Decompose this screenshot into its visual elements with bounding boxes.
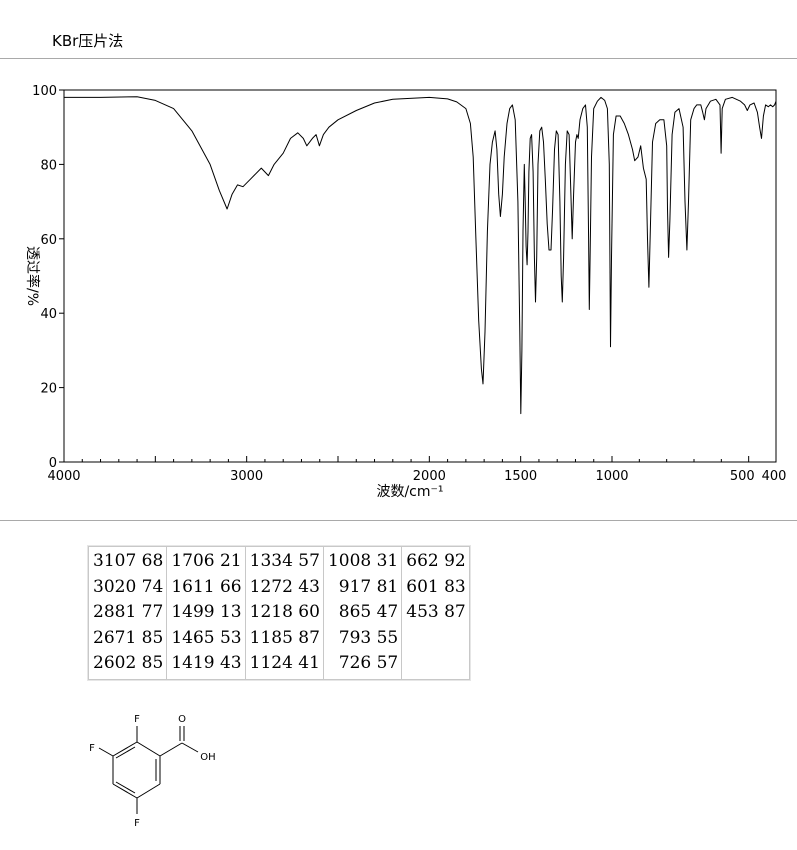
peak-entry: 2671 85: [93, 627, 164, 648]
peak-column: 1706 21 1611 66 1499 13 1465 53 1419 43: [166, 546, 246, 680]
peak-entry: 726 57: [327, 653, 399, 673]
carbonyl-oxygen-label: O: [178, 714, 186, 725]
peak-column: 1334 57 1272 43 1218 60 1185 87 1124 41: [244, 546, 324, 680]
peak-entry: 1218 60: [249, 602, 320, 622]
x-tick-label: 3000: [230, 469, 263, 484]
y-tick-label: 60: [40, 233, 57, 248]
y-tick-label: 20: [40, 382, 57, 397]
peak-entry: 1706 21: [171, 551, 242, 571]
top-divider: [0, 58, 797, 59]
x-tick-label: 500: [730, 469, 755, 484]
peak-entry: 1611 66: [171, 576, 242, 597]
molecule-bonds: [98, 726, 199, 814]
y-tick-label: 100: [32, 84, 57, 99]
peak-entry: 3020 74: [93, 576, 164, 597]
peak-entry: 917 81: [327, 576, 399, 597]
x-axis-title: 波数/cm⁻¹: [376, 484, 443, 500]
peak-entry: 793 55: [327, 627, 399, 648]
peak-entry: 3107 68: [93, 551, 164, 571]
x-tick-label: 400: [762, 469, 787, 484]
peak-entry: 1008 31: [327, 551, 399, 571]
peak-entry: 1499 13: [171, 602, 242, 622]
y-axis-title: 透过率/%: [24, 246, 41, 306]
peak-entry: 1185 87: [249, 627, 320, 648]
x-tick-label: 2000: [413, 469, 446, 484]
peak-column: 3107 68 3020 74 2881 77 2671 85 2602 85: [87, 546, 168, 680]
peak-entry: 1272 43: [249, 576, 320, 597]
peak-column: 1008 31 917 81 865 47 793 55 726 57: [322, 546, 403, 680]
y-tick-label: 80: [40, 158, 57, 173]
x-tick-label: 1000: [595, 469, 628, 484]
x-tick-label: 4000: [47, 469, 80, 484]
peak-entry: 1419 43: [171, 653, 242, 673]
peak-table-row: 3107 68 3020 74 2881 77 2671 85 2602 85 1706 …: [87, 546, 470, 680]
method-label: KBr压片法: [52, 32, 124, 50]
fluorine-label-top: F: [134, 714, 140, 725]
spectrum-line: [64, 96, 777, 415]
peak-entry: 662 92: [406, 551, 466, 571]
hydroxyl-label: OH: [200, 752, 215, 763]
peak-table: 3107 68 3020 74 2881 77 2671 85 2602 85 1706 …: [87, 546, 470, 680]
middle-divider: [0, 520, 797, 521]
peak-entry: 2602 85: [93, 653, 164, 673]
fluorine-label-left: F: [89, 743, 95, 754]
fluorine-label-bottom: F: [134, 818, 140, 829]
molecule-structure: F F F O OH: [89, 714, 216, 829]
x-tick-label: 1500: [504, 469, 537, 484]
peak-entry: 865 47: [327, 602, 399, 622]
plot-frame: [63, 89, 777, 463]
peak-entry: 601 83: [406, 576, 466, 597]
peak-column: 662 92 601 83 453 87: [401, 546, 470, 680]
peak-entry: 1465 53: [171, 627, 242, 648]
x-axis-ticks: 4000 3000 2000 1500 1000 500 400: [47, 456, 786, 484]
peak-entry: 453 87: [406, 602, 466, 622]
peak-entry: 2881 77: [93, 602, 164, 622]
peak-entry: 1334 57: [249, 551, 320, 571]
y-tick-label: 40: [40, 307, 57, 322]
peak-entry: 1124 41: [249, 653, 320, 673]
ir-spectrum-chart: 020406080100 4000 3000 2000 1500 1000 500 400 …: [24, 84, 786, 500]
